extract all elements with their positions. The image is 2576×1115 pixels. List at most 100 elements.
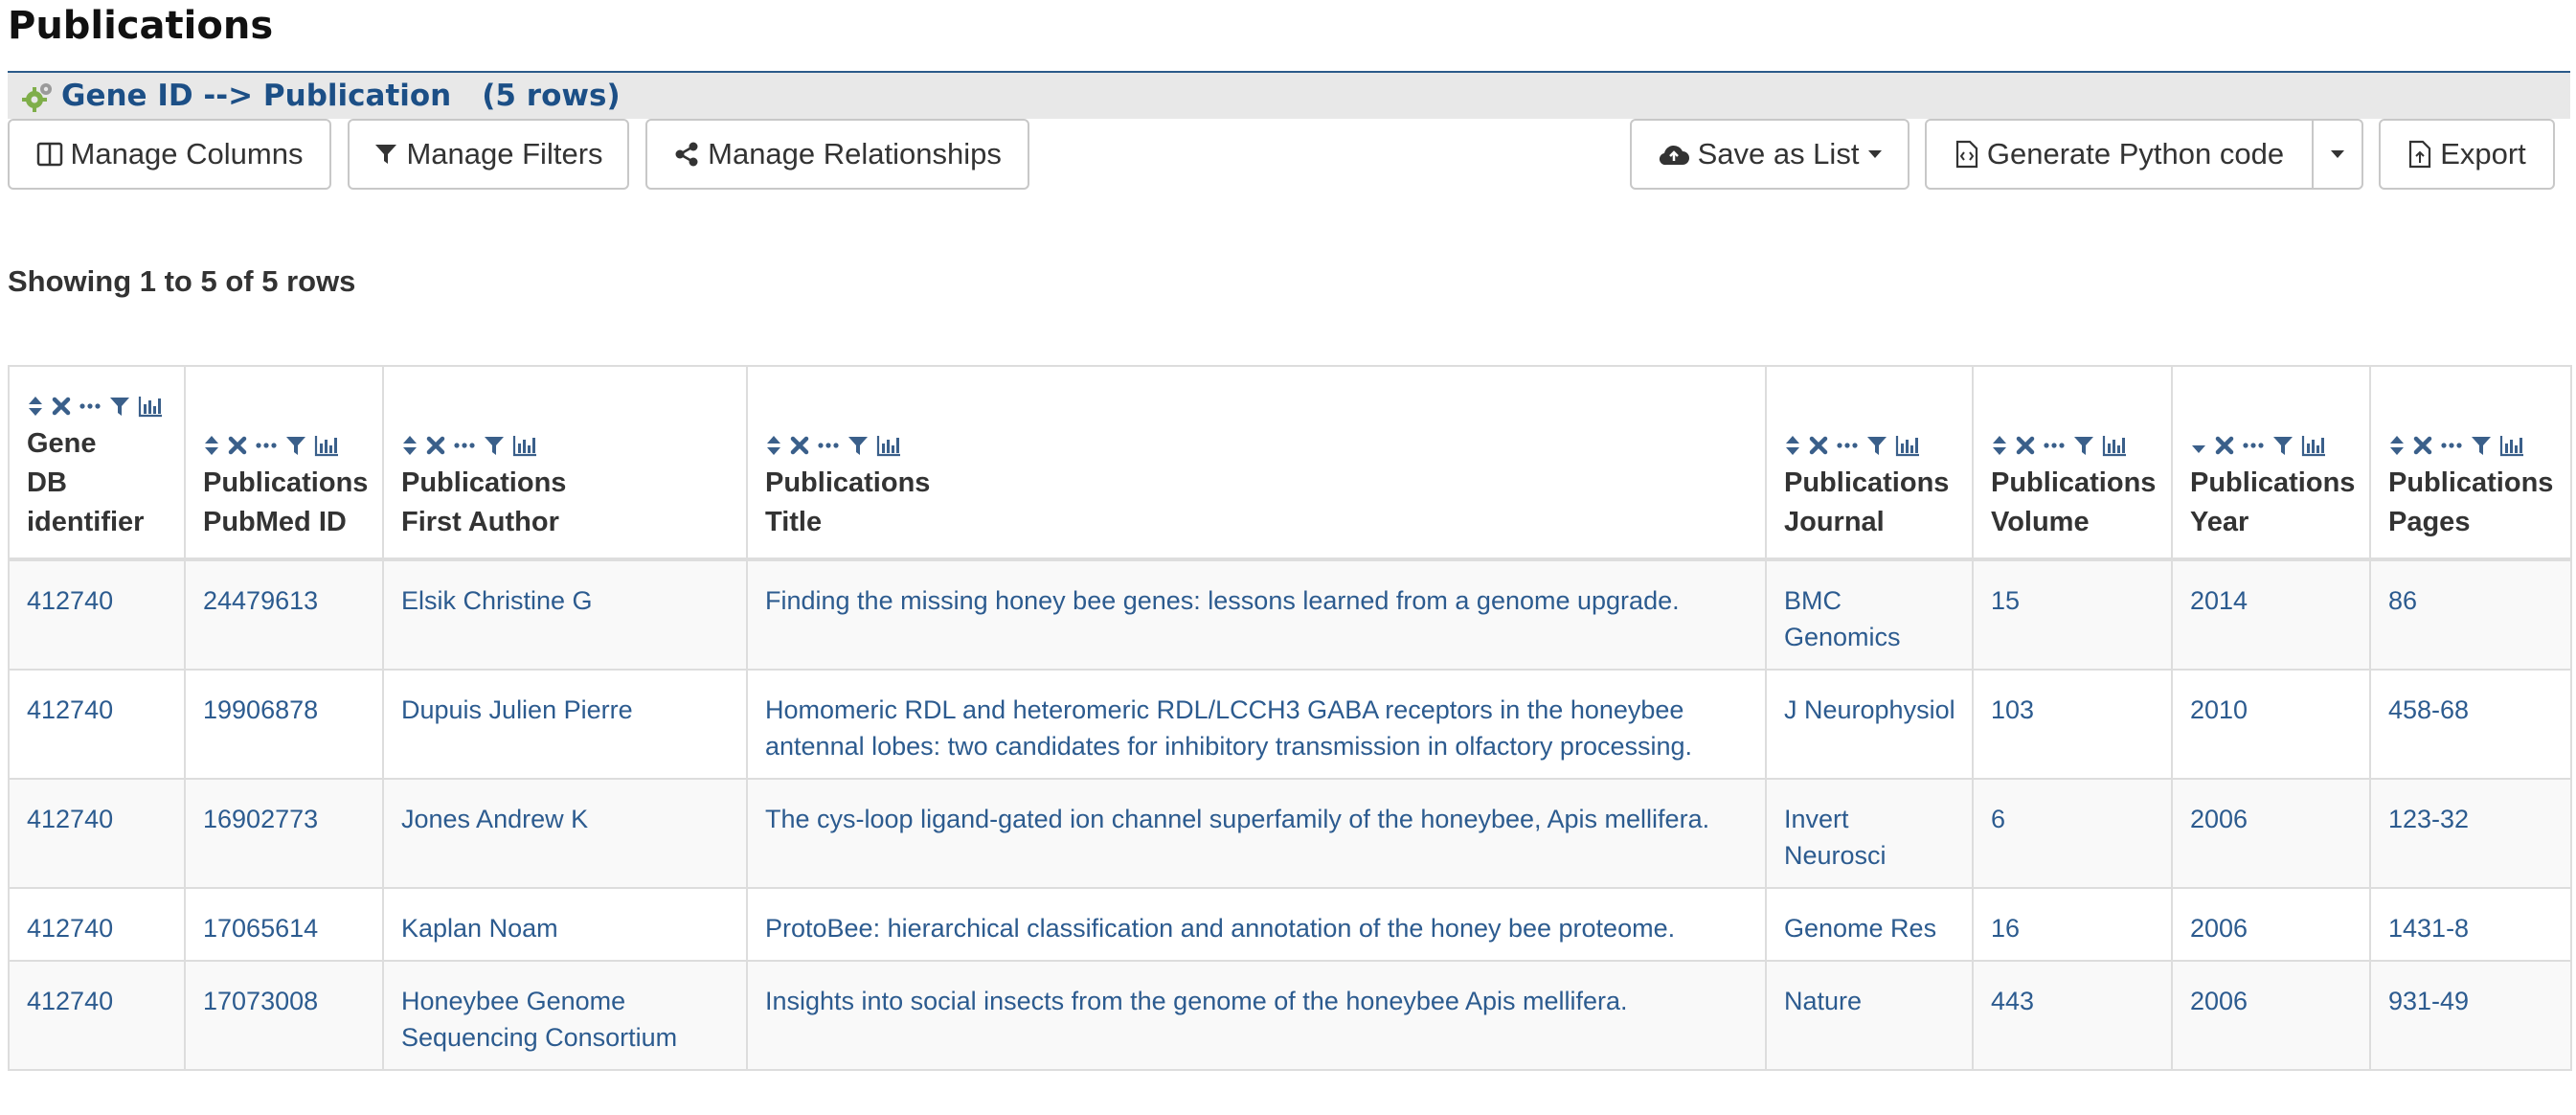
cell-volume[interactable]: 16 <box>1972 887 2173 962</box>
column-summary-icon[interactable] <box>2499 434 2524 457</box>
cell-first-author[interactable]: Elsik Christine G <box>382 558 748 671</box>
row-count: (5 rows) <box>482 79 621 113</box>
manage-filters-label: Manage Filters <box>406 137 603 171</box>
chevron-down-icon <box>2331 150 2344 158</box>
remove-column-icon[interactable] <box>790 435 809 456</box>
sort-icon[interactable] <box>203 434 220 457</box>
manage-columns-label: Manage Columns <box>70 137 304 171</box>
cell-year[interactable]: 2014 <box>2171 558 2371 671</box>
sort-icon[interactable] <box>1784 434 1801 457</box>
more-icon[interactable] <box>2242 435 2265 456</box>
remove-column-icon[interactable] <box>228 435 247 456</box>
cell-pubmed-id[interactable]: 17065614 <box>184 887 384 962</box>
column-summary-icon[interactable] <box>2301 434 2326 457</box>
cell-pages[interactable]: 931-49 <box>2369 960 2572 1071</box>
cell-volume[interactable]: 15 <box>1972 558 2173 671</box>
cell-first-author[interactable]: Dupuis Julien Pierre <box>382 669 748 780</box>
sort-desc-icon[interactable] <box>2190 434 2207 457</box>
sort-icon[interactable] <box>1991 434 2008 457</box>
manage-filters-button[interactable]: Manage Filters <box>348 119 629 190</box>
manage-relationships-button[interactable]: Manage Relationships <box>645 119 1029 190</box>
save-as-list-label: Save as List <box>1697 137 1860 171</box>
cell-gene-id[interactable]: 412740 <box>8 558 186 671</box>
more-icon[interactable] <box>817 435 840 456</box>
export-button[interactable]: Export <box>2379 119 2555 190</box>
remove-column-icon[interactable] <box>52 396 71 417</box>
cell-journal[interactable]: Genome Res <box>1765 887 1974 962</box>
save-as-list-button[interactable]: Save as List <box>1630 119 1909 190</box>
filter-icon[interactable] <box>2272 434 2294 457</box>
cell-pages[interactable]: 123-32 <box>2369 778 2572 889</box>
cell-first-author[interactable]: Kaplan Noam <box>382 887 748 962</box>
filter-icon[interactable] <box>2073 434 2094 457</box>
filter-icon <box>375 145 397 164</box>
column-summary-icon[interactable] <box>314 434 339 457</box>
cell-gene-id[interactable]: 412740 <box>8 669 186 780</box>
cell-journal[interactable]: J Neurophysiol <box>1765 669 1974 780</box>
more-icon[interactable] <box>1836 435 1859 456</box>
cell-year[interactable]: 2006 <box>2171 778 2371 889</box>
cell-year[interactable]: 2006 <box>2171 960 2371 1071</box>
more-icon[interactable] <box>2440 435 2463 456</box>
filter-icon[interactable] <box>285 434 306 457</box>
sort-icon[interactable] <box>401 434 418 457</box>
cell-pubmed-id[interactable]: 16902773 <box>184 778 384 889</box>
column-summary-icon[interactable] <box>512 434 537 457</box>
cell-title[interactable]: Finding the missing honey bee genes: les… <box>746 558 1767 671</box>
more-icon[interactable] <box>2043 435 2066 456</box>
sort-icon[interactable] <box>765 434 782 457</box>
remove-column-icon[interactable] <box>2215 435 2234 456</box>
cloud-upload-icon <box>1659 145 1689 166</box>
cell-gene-id[interactable]: 412740 <box>8 960 186 1071</box>
cell-first-author[interactable]: Jones Andrew K <box>382 778 748 889</box>
cell-year[interactable]: 2006 <box>2171 887 2371 962</box>
generate-python-dropdown[interactable] <box>2312 119 2363 190</box>
remove-column-icon[interactable] <box>426 435 445 456</box>
sort-icon[interactable] <box>27 395 44 418</box>
cell-pubmed-id[interactable]: 19906878 <box>184 669 384 780</box>
cell-title[interactable]: Homomeric RDL and heteromeric RDL/LCCH3 … <box>746 669 1767 780</box>
cell-title[interactable]: ProtoBee: hierarchical classification an… <box>746 887 1767 962</box>
cell-first-author[interactable]: Honeybee Genome Sequencing Consortium <box>382 960 748 1071</box>
cell-title[interactable]: Insights into social insects from the ge… <box>746 960 1767 1071</box>
table-row: 412740 19906878 Dupuis Julien Pierre Hom… <box>8 669 2572 780</box>
cell-journal[interactable]: BMC Genomics <box>1765 558 1974 671</box>
cell-volume[interactable]: 103 <box>1972 669 2173 780</box>
remove-column-icon[interactable] <box>1809 435 1828 456</box>
code-file-icon <box>1955 140 1977 169</box>
cell-title[interactable]: The cys-loop ligand-gated ion channel su… <box>746 778 1767 889</box>
filter-icon[interactable] <box>847 434 869 457</box>
gears-icon <box>22 83 52 112</box>
cell-gene-id[interactable]: 412740 <box>8 887 186 962</box>
cell-pubmed-id[interactable]: 24479613 <box>184 558 384 671</box>
column-summary-icon[interactable] <box>876 434 901 457</box>
more-icon[interactable] <box>255 435 278 456</box>
remove-column-icon[interactable] <box>2413 435 2432 456</box>
column-summary-icon[interactable] <box>138 395 163 418</box>
cell-journal[interactable]: Invert Neurosci <box>1765 778 1974 889</box>
column-summary-icon[interactable] <box>1895 434 1920 457</box>
generate-python-button[interactable]: Generate Python code <box>1925 119 2314 190</box>
cell-volume[interactable]: 443 <box>1972 960 2173 1071</box>
filter-icon[interactable] <box>484 434 505 457</box>
cell-year[interactable]: 2010 <box>2171 669 2371 780</box>
cell-journal[interactable]: Nature <box>1765 960 1974 1071</box>
generate-python-label: Generate Python code <box>1986 137 2285 171</box>
more-icon[interactable] <box>453 435 476 456</box>
cell-pubmed-id[interactable]: 17073008 <box>184 960 384 1071</box>
more-icon[interactable] <box>79 396 102 417</box>
remove-column-icon[interactable] <box>2016 435 2035 456</box>
column-summary-icon[interactable] <box>2102 434 2127 457</box>
manage-columns-button[interactable]: Manage Columns <box>8 119 331 190</box>
cell-volume[interactable]: 6 <box>1972 778 2173 889</box>
cell-pages[interactable]: 458-68 <box>2369 669 2572 780</box>
filter-icon[interactable] <box>1866 434 1887 457</box>
sort-icon[interactable] <box>2388 434 2406 457</box>
cell-pages[interactable]: 86 <box>2369 558 2572 671</box>
cell-gene-id[interactable]: 412740 <box>8 778 186 889</box>
filter-icon[interactable] <box>2471 434 2492 457</box>
column-header: Publications Journal <box>1765 365 1974 560</box>
manage-relationships-label: Manage Relationships <box>708 137 1002 171</box>
cell-pages[interactable]: 1431-8 <box>2369 887 2572 962</box>
filter-icon[interactable] <box>109 395 130 418</box>
